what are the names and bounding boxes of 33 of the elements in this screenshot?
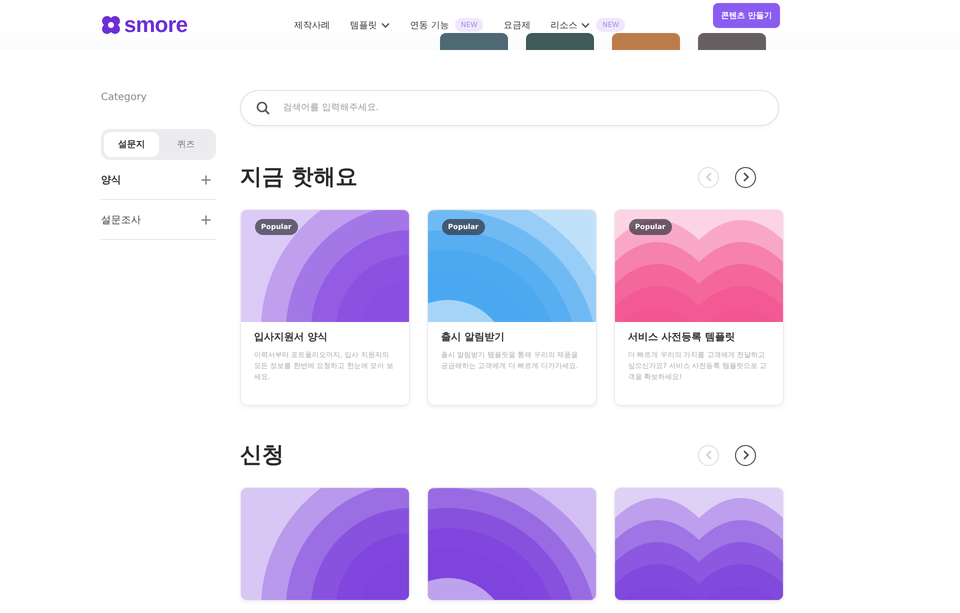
- next-button[interactable]: [735, 166, 756, 188]
- next-button[interactable]: [735, 444, 756, 466]
- search-field[interactable]: 검색어를 입력해주세요.: [240, 90, 779, 126]
- search-icon: [256, 101, 270, 115]
- card-title: 출시 알림받기: [441, 331, 506, 344]
- category-item[interactable]: 양식: [101, 172, 121, 186]
- chevron-left-icon: [704, 172, 712, 182]
- plus-icon: [201, 174, 211, 184]
- section-title: 신청: [240, 442, 284, 470]
- template-card[interactable]: [240, 487, 410, 601]
- chevron-right-icon: [742, 450, 750, 460]
- card-title: 입사지원서 양식: [254, 331, 328, 344]
- plus-icon: [201, 214, 211, 224]
- category-title: Category: [101, 92, 148, 103]
- nav-link[interactable]: 템플릿: [350, 18, 390, 32]
- chevron-right-icon: [742, 172, 750, 182]
- chevron-left-icon: [704, 450, 712, 460]
- photo-placeholder: [526, 33, 594, 50]
- create-content-button[interactable]: 콘텐츠 만들기: [713, 3, 780, 28]
- category-tab[interactable]: 퀴즈: [158, 132, 213, 157]
- category-tab[interactable]: 설문지: [104, 132, 158, 157]
- logo-text[interactable]: smore: [124, 13, 188, 37]
- photo-placeholder: [612, 33, 680, 50]
- card-title: 서비스 사전등록 템플릿: [628, 331, 736, 344]
- photo-placeholder: [440, 33, 508, 50]
- nav-link[interactable]: 연동 기능: [410, 18, 449, 32]
- nav-link[interactable]: 요금제: [503, 18, 530, 32]
- logo-icon: [101, 15, 121, 35]
- nav-link[interactable]: 리소스: [550, 18, 590, 32]
- section-title: 지금 핫해요: [240, 164, 358, 192]
- photo-placeholder: [698, 33, 766, 50]
- nav-link[interactable]: 제작사례: [294, 18, 330, 32]
- category-item[interactable]: 설문조사: [101, 212, 141, 226]
